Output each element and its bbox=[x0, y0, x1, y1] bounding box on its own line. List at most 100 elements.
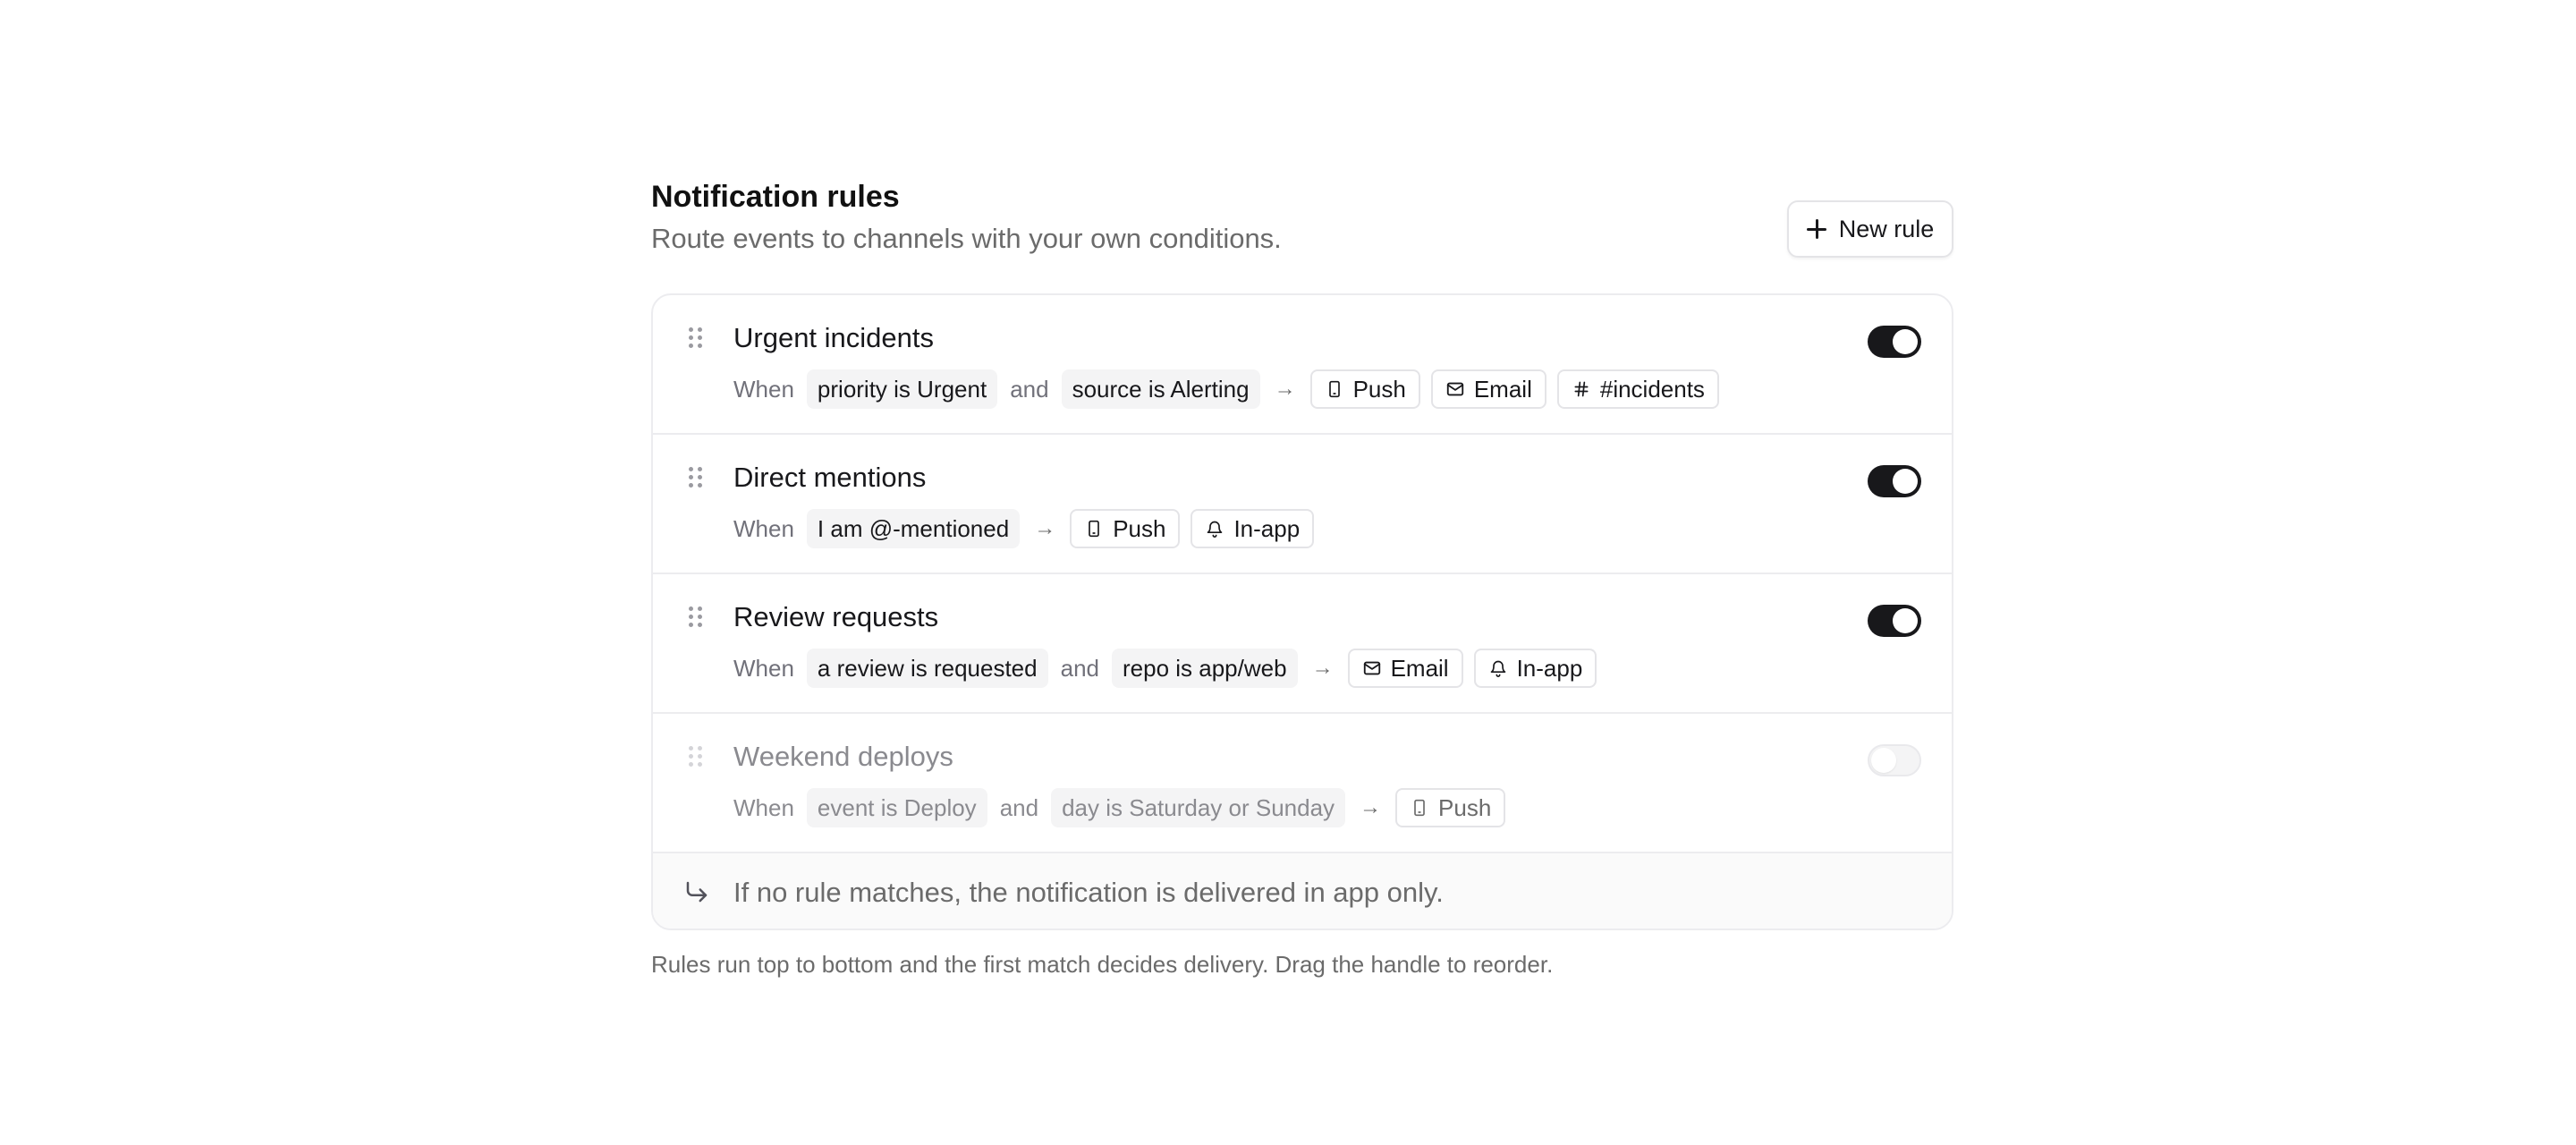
channel-label: Email bbox=[1473, 375, 1532, 403]
corner-down-right-icon bbox=[683, 878, 710, 910]
drag-dot bbox=[698, 344, 702, 348]
rules-card: Urgent incidents When priority is Urgent an… bbox=[651, 293, 1953, 930]
channel-label: In-app bbox=[1233, 514, 1301, 542]
rules-list: Urgent incidents When priority is Urgent an… bbox=[653, 295, 1952, 853]
rule-row: Weekend deploys When event is Deploy and day… bbox=[653, 714, 1952, 853]
page-subtitle: Route events to channels with your own c… bbox=[651, 223, 1282, 254]
toggle-knob bbox=[1871, 748, 1896, 773]
channel-label: Email bbox=[1390, 654, 1449, 682]
new-rule-label: New rule bbox=[1838, 215, 1935, 242]
rule-row: Direct mentions When I am @-mentioned → Push… bbox=[653, 435, 1952, 574]
drag-dot bbox=[698, 327, 702, 332]
bell-icon bbox=[1205, 519, 1224, 539]
drag-dot bbox=[689, 344, 693, 348]
mail-icon bbox=[1445, 379, 1465, 399]
rule-condition-line: When priority is Urgent and source is Alert… bbox=[733, 369, 1719, 410]
channel-chip[interactable]: Push bbox=[1395, 788, 1506, 827]
drag-dot bbox=[698, 754, 702, 759]
when-label: When bbox=[733, 793, 794, 821]
drag-dot bbox=[689, 483, 693, 488]
condition-chip[interactable]: source is Alerting bbox=[1061, 369, 1260, 409]
when-label: When bbox=[733, 375, 794, 403]
drag-handle-icon[interactable] bbox=[689, 327, 703, 349]
rule-enabled-toggle[interactable] bbox=[1868, 465, 1921, 497]
page-title: Notification rules bbox=[651, 180, 900, 214]
channel-label: Push bbox=[1438, 793, 1492, 821]
arrow-right-icon: → bbox=[1274, 377, 1296, 401]
arrow-right-icon: → bbox=[1311, 656, 1334, 680]
drag-dot bbox=[698, 762, 702, 767]
drag-dot bbox=[689, 467, 693, 471]
toggle-knob bbox=[1893, 329, 1918, 354]
toggle-knob bbox=[1893, 469, 1918, 494]
drag-handle-icon[interactable] bbox=[689, 746, 703, 768]
mail-icon bbox=[1362, 658, 1382, 678]
drag-dot bbox=[689, 335, 693, 340]
rule-name: Weekend deploys bbox=[733, 741, 953, 772]
rule-name: Direct mentions bbox=[733, 462, 927, 493]
new-rule-button[interactable]: New rule bbox=[1787, 200, 1953, 258]
condition-chip[interactable]: I am @-mentioned bbox=[806, 509, 1021, 548]
channel-chip[interactable]: Email bbox=[1430, 369, 1546, 409]
channel-chip[interactable]: Push bbox=[1070, 509, 1181, 548]
condition-chip[interactable]: day is Saturday or Sunday bbox=[1051, 788, 1346, 827]
condition-chip[interactable]: repo is app/web bbox=[1112, 649, 1298, 688]
toggle-knob bbox=[1893, 608, 1918, 633]
rule-enabled-toggle[interactable] bbox=[1868, 744, 1921, 776]
drag-dot bbox=[698, 467, 702, 471]
arrow-right-icon: → bbox=[1034, 516, 1056, 540]
rule-condition-line: When a review is requested and repo is app/… bbox=[733, 648, 1597, 689]
drag-dot bbox=[689, 606, 693, 611]
channel-label: #incidents bbox=[1599, 375, 1705, 403]
rule-enabled-toggle[interactable] bbox=[1868, 326, 1921, 358]
fallback-text: If no rule matches, the notification is … bbox=[733, 877, 1444, 908]
rule-name: Urgent incidents bbox=[733, 322, 935, 353]
rule-row: Urgent incidents When priority is Urgent an… bbox=[653, 295, 1952, 435]
rule-condition-line: When event is Deploy and day is Saturday or… bbox=[733, 787, 1506, 828]
when-label: When bbox=[733, 654, 794, 682]
drag-dot bbox=[698, 606, 702, 611]
drag-dot bbox=[698, 623, 702, 627]
channel-chip[interactable]: In-app bbox=[1191, 509, 1315, 548]
when-label: When bbox=[733, 514, 794, 542]
rule-condition-line: When I am @-mentioned → Push In-app bbox=[733, 508, 1315, 549]
channel-chip[interactable]: #incidents bbox=[1556, 369, 1719, 409]
condition-chip[interactable]: event is Deploy bbox=[806, 788, 987, 827]
phone-icon bbox=[1410, 798, 1429, 818]
joiner-label: and bbox=[1060, 654, 1099, 682]
rule-row: Review requests When a review is requested… bbox=[653, 574, 1952, 714]
drag-handle-icon[interactable] bbox=[689, 467, 703, 488]
rule-name: Review requests bbox=[733, 601, 939, 632]
fallback-row: If no rule matches, the notification is … bbox=[653, 853, 1952, 929]
footnote: Rules run top to bottom and the first ma… bbox=[651, 951, 1554, 978]
drag-dot bbox=[689, 754, 693, 759]
drag-dot bbox=[689, 327, 693, 332]
phone-icon bbox=[1084, 519, 1104, 539]
channel-chip[interactable]: Push bbox=[1309, 369, 1420, 409]
drag-dot bbox=[689, 475, 693, 479]
arrow-right-icon: → bbox=[1360, 795, 1382, 819]
hash-icon bbox=[1572, 379, 1591, 399]
channel-label: In-app bbox=[1516, 654, 1583, 682]
joiner-label: and bbox=[1010, 375, 1049, 403]
channel-chip[interactable]: In-app bbox=[1473, 649, 1597, 688]
condition-chip[interactable]: a review is requested bbox=[806, 649, 1048, 688]
drag-dot bbox=[698, 746, 702, 751]
rule-enabled-toggle[interactable] bbox=[1868, 605, 1921, 637]
channel-chip[interactable]: Email bbox=[1347, 649, 1463, 688]
drag-dot bbox=[689, 746, 693, 751]
drag-dot bbox=[689, 762, 693, 767]
drag-dot bbox=[698, 615, 702, 619]
drag-dot bbox=[689, 615, 693, 619]
drag-handle-icon[interactable] bbox=[689, 606, 703, 628]
drag-dot bbox=[698, 483, 702, 488]
plus-icon bbox=[1806, 219, 1826, 239]
channel-label: Push bbox=[1352, 375, 1406, 403]
drag-dot bbox=[689, 623, 693, 627]
channel-label: Push bbox=[1113, 514, 1166, 542]
joiner-label: and bbox=[999, 793, 1039, 821]
drag-dot bbox=[698, 335, 702, 340]
bell-icon bbox=[1488, 658, 1508, 678]
phone-icon bbox=[1325, 379, 1344, 399]
condition-chip[interactable]: priority is Urgent bbox=[806, 369, 998, 409]
